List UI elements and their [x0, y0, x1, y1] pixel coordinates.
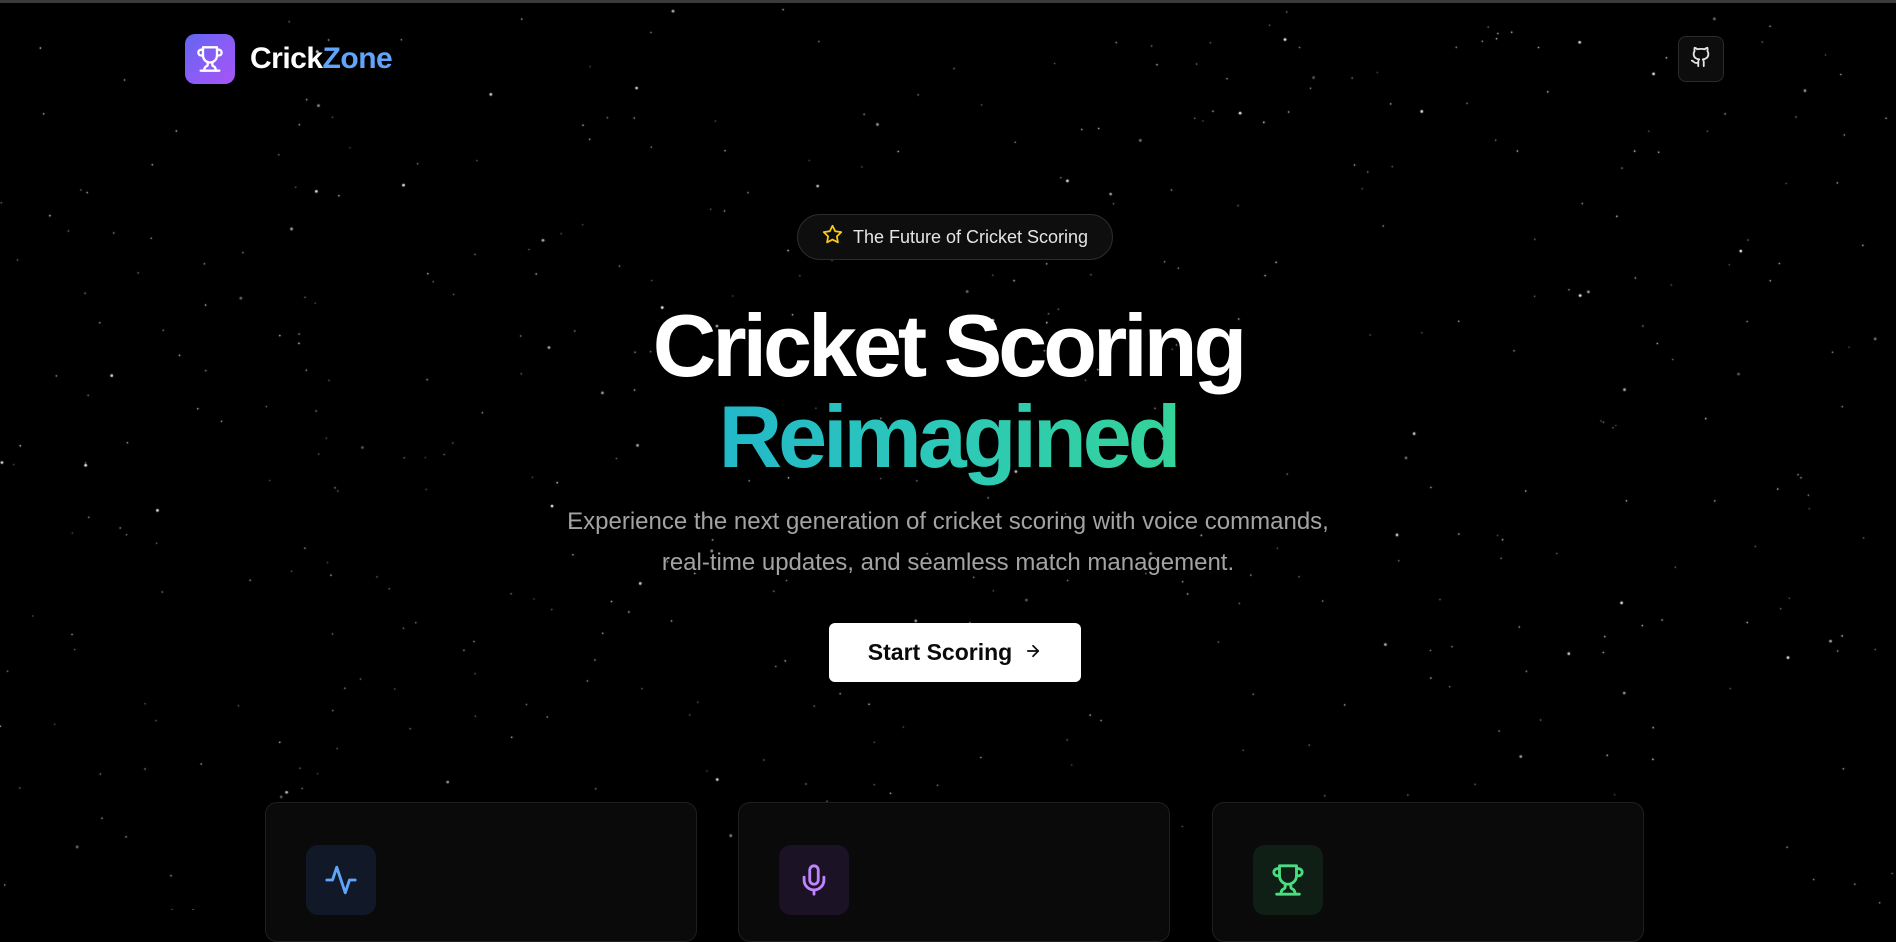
- hero-description-line1: Experience the next generation of cricke…: [567, 508, 1329, 535]
- brand-name-part2: Zone: [322, 42, 393, 75]
- start-scoring-label: Start Scoring: [867, 639, 1013, 665]
- hero-description-line2: real-time updates, and seamless match ma…: [661, 549, 1235, 576]
- arrow-right-icon: [1024, 639, 1042, 666]
- hero-title-line2: Reimagined: [0, 393, 1896, 481]
- hero-title-line1: Cricket Scoring: [652, 296, 1247, 395]
- brand-name: CrickZone: [250, 42, 393, 76]
- microphone-icon: [779, 845, 849, 915]
- feature-card-voice-commands[interactable]: [738, 802, 1170, 942]
- brand-name-part1: Crick: [250, 42, 323, 75]
- star-icon: [822, 224, 843, 250]
- feature-card-match-management[interactable]: [1212, 802, 1644, 942]
- site-header: CrickZone: [0, 0, 1896, 120]
- hero-badge-text: The Future of Cricket Scoring: [852, 226, 1089, 247]
- hero-badge: The Future of Cricket Scoring: [797, 214, 1113, 260]
- activity-icon: [306, 845, 376, 915]
- trophy-icon: [1253, 845, 1323, 915]
- feature-card-live-scoring[interactable]: [265, 802, 697, 942]
- brand-logo[interactable]: CrickZone: [185, 34, 393, 84]
- github-button[interactable]: [1678, 36, 1724, 82]
- github-icon: [1690, 46, 1712, 73]
- trophy-icon: [185, 34, 235, 84]
- hero-description: Experience the next generation of cricke…: [0, 501, 1896, 583]
- hero-title-gradient-text: Reimagined: [718, 387, 1182, 486]
- start-scoring-button[interactable]: Start Scoring: [829, 623, 1081, 682]
